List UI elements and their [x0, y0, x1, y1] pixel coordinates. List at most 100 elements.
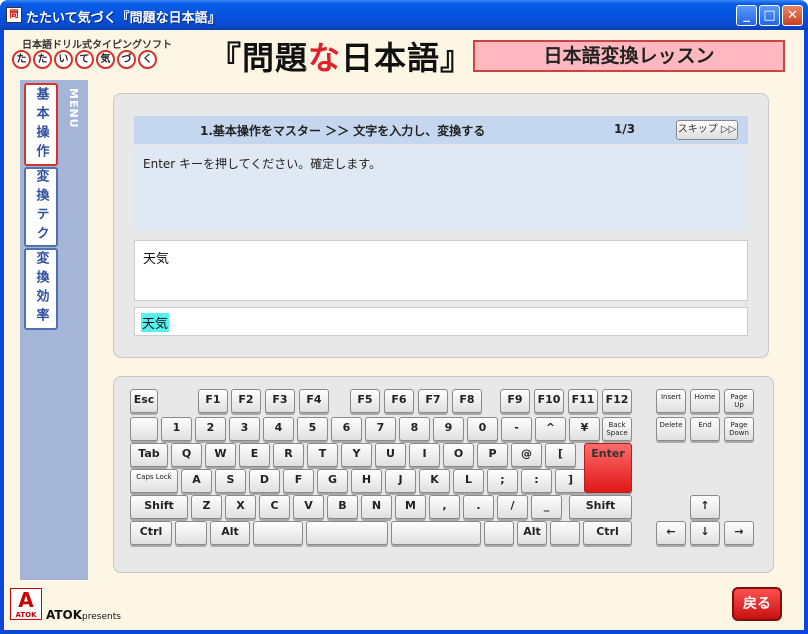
- key[interactable]: N: [361, 495, 392, 519]
- key[interactable]: ]: [555, 469, 586, 493]
- key[interactable]: F12: [602, 389, 632, 413]
- key[interactable]: [175, 521, 207, 545]
- key[interactable]: X: [225, 495, 256, 519]
- key[interactable]: Shift: [130, 495, 188, 519]
- key[interactable]: ¥: [569, 417, 600, 441]
- key[interactable]: 6: [331, 417, 362, 441]
- key[interactable]: Back Space: [602, 417, 632, 441]
- key[interactable]: F1: [198, 389, 228, 413]
- key[interactable]: Esc: [130, 389, 158, 413]
- key[interactable]: I: [409, 443, 440, 467]
- key[interactable]: Page Up: [724, 389, 754, 413]
- key[interactable]: F11: [568, 389, 598, 413]
- key[interactable]: F4: [299, 389, 329, 413]
- key[interactable]: F2: [231, 389, 261, 413]
- key[interactable]: Home: [690, 389, 720, 413]
- key[interactable]: W: [205, 443, 236, 467]
- close-button[interactable]: ✕: [782, 5, 803, 26]
- key[interactable]: F: [283, 469, 314, 493]
- skip-button[interactable]: スキップ ▷▷: [676, 120, 738, 140]
- key[interactable]: Ctrl: [583, 521, 632, 545]
- key[interactable]: End: [690, 417, 720, 441]
- key[interactable]: ^: [535, 417, 566, 441]
- key[interactable]: Shift: [569, 495, 632, 519]
- maximize-button[interactable]: □: [759, 5, 780, 26]
- title-bar[interactable]: 問 たたいて気づく『問題な日本語』 _ □ ✕: [0, 0, 808, 30]
- key[interactable]: M: [395, 495, 426, 519]
- key[interactable]: F10: [534, 389, 564, 413]
- key[interactable]: F5: [350, 389, 380, 413]
- key[interactable]: 7: [365, 417, 396, 441]
- key[interactable]: :: [521, 469, 552, 493]
- key[interactable]: G: [317, 469, 348, 493]
- key[interactable]: Alt: [517, 521, 547, 545]
- key[interactable]: Page Down: [724, 417, 754, 441]
- minimize-button[interactable]: _: [736, 5, 757, 26]
- menu-item-efficiency[interactable]: 変換効率: [24, 248, 58, 330]
- key[interactable]: [306, 521, 388, 545]
- key[interactable]: ↑: [690, 495, 720, 519]
- key[interactable]: →: [724, 521, 754, 545]
- key[interactable]: [: [545, 443, 576, 467]
- key[interactable]: 1: [161, 417, 192, 441]
- key[interactable]: [253, 521, 303, 545]
- key[interactable]: Tab: [130, 443, 168, 467]
- key[interactable]: U: [375, 443, 406, 467]
- key[interactable]: [550, 521, 580, 545]
- key[interactable]: O: [443, 443, 474, 467]
- key[interactable]: L: [453, 469, 484, 493]
- input-field[interactable]: 天気: [134, 307, 748, 336]
- back-button[interactable]: 戻る: [732, 587, 782, 621]
- key[interactable]: P: [477, 443, 508, 467]
- key[interactable]: -: [501, 417, 532, 441]
- key[interactable]: C: [259, 495, 290, 519]
- app-window: 問 たたいて気づく『問題な日本語』 _ □ ✕ 日本語ドリル式タイピングソフト …: [0, 0, 808, 634]
- key[interactable]: ↓: [690, 521, 720, 545]
- key[interactable]: Z: [191, 495, 222, 519]
- key[interactable]: ,: [429, 495, 460, 519]
- key[interactable]: Delete: [656, 417, 686, 441]
- key[interactable]: H: [351, 469, 382, 493]
- key[interactable]: E: [239, 443, 270, 467]
- menu-item-technique[interactable]: 変換テク: [24, 167, 58, 247]
- key[interactable]: @: [511, 443, 542, 467]
- key[interactable]: V: [293, 495, 324, 519]
- key[interactable]: [391, 521, 481, 545]
- key[interactable]: Alt: [210, 521, 250, 545]
- key[interactable]: Q: [171, 443, 202, 467]
- key[interactable]: .: [463, 495, 494, 519]
- key[interactable]: A: [181, 469, 212, 493]
- key[interactable]: 9: [433, 417, 464, 441]
- key[interactable]: _: [531, 495, 562, 519]
- key[interactable]: [484, 521, 514, 545]
- key[interactable]: B: [327, 495, 358, 519]
- key[interactable]: F3: [265, 389, 295, 413]
- key[interactable]: 0: [467, 417, 498, 441]
- key[interactable]: S: [215, 469, 246, 493]
- key[interactable]: ←: [656, 521, 686, 545]
- key[interactable]: J: [385, 469, 416, 493]
- key[interactable]: F7: [418, 389, 448, 413]
- key[interactable]: 5: [297, 417, 328, 441]
- key[interactable]: F6: [384, 389, 414, 413]
- key[interactable]: [130, 417, 158, 441]
- key[interactable]: /: [497, 495, 528, 519]
- key[interactable]: Enter: [584, 443, 632, 493]
- key[interactable]: F8: [452, 389, 482, 413]
- key[interactable]: Y: [341, 443, 372, 467]
- key[interactable]: T: [307, 443, 338, 467]
- key[interactable]: F9: [500, 389, 530, 413]
- brand-subtitle: 日本語ドリル式タイピングソフト: [22, 40, 172, 51]
- key[interactable]: Insert: [656, 389, 686, 413]
- key[interactable]: 8: [399, 417, 430, 441]
- key[interactable]: ;: [487, 469, 518, 493]
- key[interactable]: 3: [229, 417, 260, 441]
- menu-item-basic[interactable]: 基本操作: [24, 83, 58, 166]
- key[interactable]: R: [273, 443, 304, 467]
- key[interactable]: Caps Lock: [130, 469, 178, 493]
- key[interactable]: K: [419, 469, 450, 493]
- key[interactable]: D: [249, 469, 280, 493]
- key[interactable]: 2: [195, 417, 226, 441]
- key[interactable]: Ctrl: [130, 521, 172, 545]
- key[interactable]: 4: [263, 417, 294, 441]
